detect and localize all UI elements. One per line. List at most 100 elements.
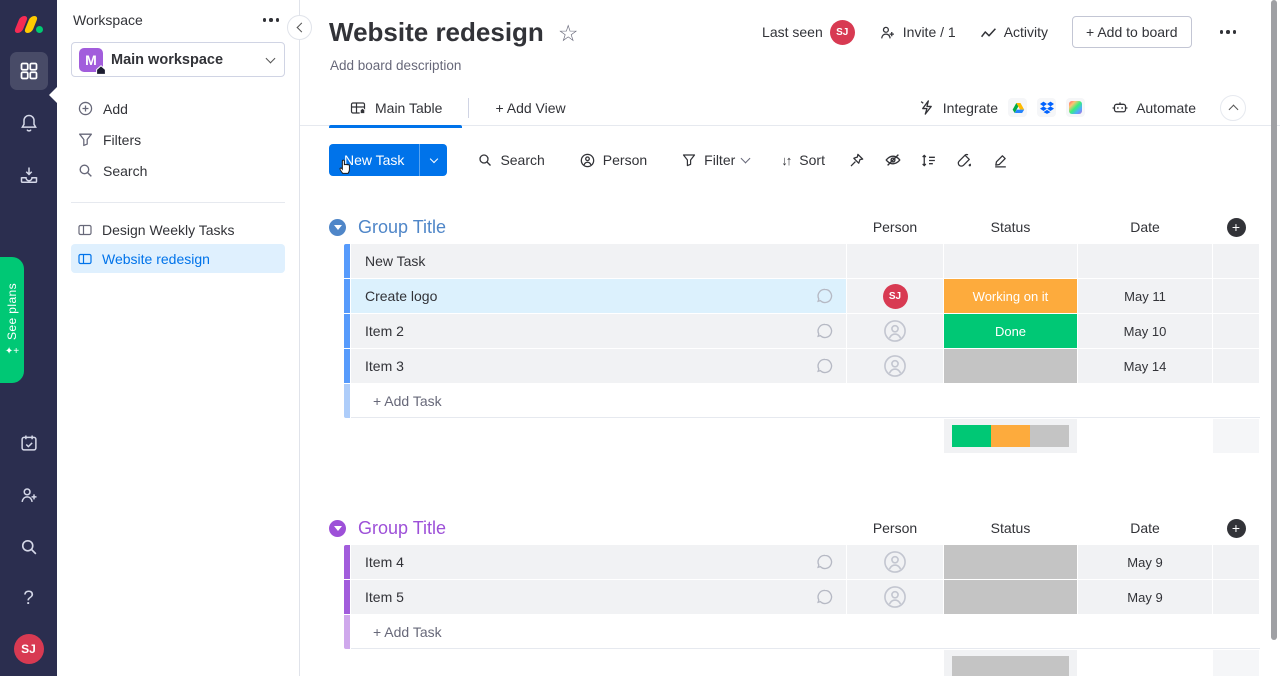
task-name-cell[interactable]: Item 4 [351, 545, 846, 579]
chat-bubble-icon[interactable] [816, 322, 834, 340]
board-description-placeholder[interactable]: Add board description [300, 50, 1280, 78]
column-header-status[interactable]: Status [944, 520, 1077, 536]
date-cell[interactable]: May 9 [1078, 580, 1212, 614]
toolbar-search-button[interactable]: Search [467, 146, 554, 174]
board-item-design-weekly-tasks[interactable]: Design Weekly Tasks [71, 215, 285, 244]
favorite-star-icon[interactable]: ☆ [558, 20, 579, 47]
workspace-selector[interactable]: M Main workspace [71, 42, 285, 77]
vertical-scrollbar[interactable] [1271, 0, 1277, 640]
add-column-button[interactable]: + [1227, 519, 1246, 538]
rail-item-inbox[interactable] [10, 156, 48, 194]
task-name-cell[interactable]: Item 5 [351, 580, 846, 614]
status-cell[interactable] [944, 349, 1077, 383]
add-task-row[interactable]: + Add Task [344, 615, 1260, 649]
board-more-options-button[interactable] [1216, 26, 1241, 38]
table-row[interactable]: Item 5 [344, 580, 1260, 614]
task-name-cell[interactable]: New Task [351, 244, 846, 278]
apps-color-icon[interactable] [1066, 98, 1085, 117]
group-title[interactable]: Group Title [358, 518, 446, 539]
date-cell[interactable]: May 11 [1078, 279, 1212, 313]
column-header-date[interactable]: Date [1078, 219, 1212, 235]
invite-button[interactable]: Invite / 1 [879, 24, 956, 41]
toolbar-filter-button[interactable]: Filter [671, 146, 759, 174]
sidebar-collapse-button[interactable] [287, 15, 312, 40]
table-row[interactable]: Item 4 [344, 545, 1260, 579]
column-header-person[interactable]: Person [847, 219, 943, 235]
table-row[interactable]: Item 2 [344, 314, 1260, 348]
user-avatar[interactable]: SJ [14, 634, 44, 664]
group-collapse-button[interactable] [329, 219, 346, 236]
column-header-date[interactable]: Date [1078, 520, 1212, 536]
collapse-header-button[interactable] [1220, 95, 1246, 121]
table-row[interactable]: Create logo SJ Working on it May 11 [344, 279, 1260, 313]
person-cell[interactable] [847, 244, 943, 278]
group-collapse-button[interactable] [329, 520, 346, 537]
chat-bubble-icon[interactable] [816, 553, 834, 571]
tab-main-table[interactable]: Main Table [329, 90, 462, 126]
add-to-board-button[interactable]: + Add to board [1072, 16, 1191, 48]
chat-bubble-icon[interactable] [816, 357, 834, 375]
new-task-dropdown-button[interactable] [419, 144, 447, 176]
invite-label: Invite / 1 [903, 24, 956, 40]
table-row[interactable]: New Task [344, 244, 1260, 278]
status-summary-cell[interactable] [944, 419, 1077, 453]
group-title[interactable]: Group Title [358, 217, 446, 238]
column-header-status[interactable]: Status [944, 219, 1077, 235]
sidebar-item-filters[interactable]: Filters [71, 124, 285, 155]
date-cell[interactable] [1078, 244, 1212, 278]
workspace-more-options-button[interactable] [259, 14, 284, 26]
status-cell[interactable]: Working on it [944, 279, 1077, 313]
date-cell[interactable]: May 14 [1078, 349, 1212, 383]
date-cell[interactable]: May 10 [1078, 314, 1212, 348]
pin-icon[interactable] [841, 144, 873, 176]
person-cell[interactable] [847, 314, 943, 348]
see-plans-badge[interactable]: See plans ✦+ [0, 257, 24, 383]
add-task-button[interactable]: + Add Task [351, 615, 1260, 649]
task-name-cell[interactable]: Item 2 [351, 314, 846, 348]
person-cell[interactable] [847, 545, 943, 579]
toolbar-person-button[interactable]: Person [569, 146, 657, 175]
rail-item-boards[interactable] [10, 52, 48, 90]
column-header-person[interactable]: Person [847, 520, 943, 536]
status-cell[interactable] [944, 244, 1077, 278]
row-height-icon[interactable] [913, 144, 945, 176]
status-cell[interactable] [944, 545, 1077, 579]
person-cell[interactable]: SJ [847, 279, 943, 313]
table-row[interactable]: Item 3 [344, 349, 1260, 383]
chat-bubble-icon[interactable] [816, 287, 834, 305]
pen-edit-icon[interactable] [985, 144, 1017, 176]
rail-item-notifications[interactable] [10, 104, 48, 142]
date-cell[interactable]: May 9 [1078, 545, 1212, 579]
rail-item-search[interactable] [10, 528, 48, 566]
board-item-website-redesign[interactable]: Website redesign [71, 244, 285, 273]
add-column-button[interactable]: + [1227, 218, 1246, 237]
rail-item-help[interactable]: ? [10, 580, 48, 618]
sidebar-item-search[interactable]: Search [71, 155, 285, 186]
person-cell[interactable] [847, 349, 943, 383]
paint-bucket-icon[interactable] [949, 144, 981, 176]
add-task-row[interactable]: + Add Task [344, 384, 1260, 418]
page-title[interactable]: Website redesign [329, 17, 544, 48]
status-cell[interactable] [944, 580, 1077, 614]
integrate-button[interactable]: Integrate [919, 99, 998, 116]
status-summary-cell[interactable] [944, 650, 1077, 676]
add-task-button[interactable]: + Add Task [351, 384, 1260, 418]
monday-logo-icon[interactable] [14, 14, 44, 38]
task-name-cell[interactable]: Item 3 [351, 349, 846, 383]
assignee-avatar[interactable]: SJ [883, 284, 908, 309]
task-name-cell[interactable]: Create logo [351, 279, 846, 313]
tab-add-view[interactable]: + Add View [475, 90, 585, 126]
toolbar-sort-button[interactable]: ↓↑ Sort [771, 146, 835, 174]
chat-bubble-icon[interactable] [816, 588, 834, 606]
rail-item-calendar[interactable] [10, 424, 48, 462]
rail-item-invite-members[interactable] [10, 476, 48, 514]
dropbox-icon[interactable] [1037, 98, 1056, 117]
sidebar-item-add[interactable]: Add [71, 93, 285, 124]
status-cell[interactable]: Done [944, 314, 1077, 348]
google-drive-icon[interactable] [1008, 98, 1027, 117]
activity-button[interactable]: Activity [980, 24, 1048, 40]
person-cell[interactable] [847, 580, 943, 614]
automate-button[interactable]: Automate [1111, 99, 1196, 116]
hide-eye-icon[interactable] [877, 144, 909, 176]
last-seen-avatar[interactable]: SJ [830, 20, 855, 45]
